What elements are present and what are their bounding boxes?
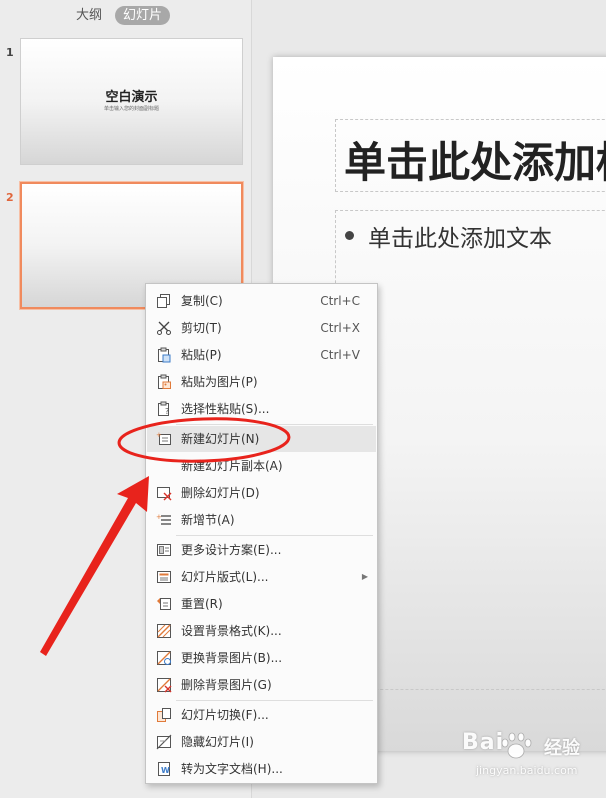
menu-item-label: 更换背景图片(B)...	[181, 651, 283, 665]
layout-icon	[157, 571, 171, 583]
menu-item-label: 隐藏幻灯片(I)	[181, 735, 254, 749]
slide-number-1: 1	[6, 46, 14, 59]
menu-item-transition[interactable]: 幻灯片切换(F)...	[147, 702, 376, 728]
transition-icon	[157, 708, 171, 722]
reset-icon	[157, 598, 171, 610]
menu-item-reset[interactable]: 重置(R)	[147, 591, 376, 617]
menu-item-slide-layout[interactable]: 幻灯片版式(L)... ▶	[147, 564, 376, 590]
svg-text:W: W	[161, 766, 170, 775]
menu-item-shortcut: Ctrl+C	[320, 294, 360, 308]
menu-item-label: 粘贴(P)	[181, 348, 222, 362]
menu-item-label: 选择性粘贴(S)...	[181, 402, 270, 416]
menu-item-background-format[interactable]: 设置背景格式(K)...	[147, 618, 376, 644]
paste-icon	[158, 347, 171, 363]
menu-item-paste[interactable]: 粘贴(P) Ctrl+V	[147, 342, 376, 368]
tab-slides[interactable]: 幻灯片	[115, 6, 171, 25]
menu-item-label: 幻灯片切换(F)...	[181, 708, 269, 722]
thumbnail-title: 空白演示	[105, 90, 158, 105]
menu-item-label: 幻灯片版式(L)...	[181, 570, 269, 584]
menu-item-label: 转为文字文档(H)...	[181, 762, 283, 776]
menu-item-shortcut: Ctrl+X	[320, 321, 360, 335]
title-placeholder[interactable]: 单击此处添加标题	[335, 119, 606, 192]
menu-item-label: 重置(R)	[181, 597, 223, 611]
menu-item-label: 剪切(T)	[181, 321, 222, 335]
menu-item-hide-slide[interactable]: 隐藏幻灯片(I)	[147, 729, 376, 755]
menu-item-shortcut: Ctrl+V	[320, 348, 360, 362]
background-format-icon	[157, 624, 171, 638]
design-icon	[157, 544, 171, 556]
hide-slide-icon	[156, 734, 172, 750]
convert-document-icon: W	[158, 762, 170, 776]
menu-item-delete-background[interactable]: 删除背景图片(G)	[147, 672, 376, 698]
copy-icon	[157, 294, 170, 308]
svg-text:+: +	[156, 431, 162, 439]
menu-item-paste-as-image[interactable]: 粘贴为图片(P)	[147, 369, 376, 395]
paw-logo-icon	[501, 732, 532, 759]
menu-item-label: 删除幻灯片(D)	[181, 486, 260, 500]
svg-text:?: ?	[165, 407, 169, 416]
menu-item-label: 新建幻灯片副本(A)	[181, 459, 283, 473]
menu-item-new-slide[interactable]: + 新建幻灯片(N)	[147, 426, 376, 452]
paste-as-image-icon	[158, 374, 171, 389]
tab-outline[interactable]: 大纲	[76, 6, 102, 25]
menu-item-add-section[interactable]: + 新增节(A)	[147, 507, 376, 533]
submenu-arrow-icon: ▶	[361, 572, 368, 581]
svg-text:+: +	[156, 513, 162, 521]
menu-item-label: 新建幻灯片(N)	[181, 432, 260, 446]
menu-item-change-background[interactable]: 更换背景图片(B)...	[147, 645, 376, 671]
menu-item-label: 更多设计方案(E)...	[181, 543, 282, 557]
menu-separator	[176, 700, 373, 701]
menu-item-more-designs[interactable]: 更多设计方案(E)...	[147, 537, 376, 563]
menu-item-paste-special[interactable]: ? 选择性粘贴(S)...	[147, 396, 376, 422]
body-placeholder-text: 单击此处添加文本	[368, 226, 552, 252]
context-menu: 复制(C) Ctrl+C 剪切(T) Ctrl+X 粘贴(P) Ctrl+V 粘…	[145, 283, 378, 784]
menu-item-convert-to-document[interactable]: W 转为文字文档(H)...	[147, 756, 376, 782]
change-background-icon	[157, 651, 171, 665]
menu-item-label: 粘贴为图片(P)	[181, 375, 258, 389]
slide-number-2: 2	[6, 191, 14, 204]
menu-item-label: 复制(C)	[181, 294, 223, 308]
menu-separator	[176, 535, 373, 536]
baidu-jingyan-watermark: Bai 经验 jingyan.baidu.com	[462, 728, 602, 794]
menu-item-cut[interactable]: 剪切(T) Ctrl+X	[147, 315, 376, 341]
watermark-url: jingyan.baidu.com	[476, 764, 578, 777]
delete-slide-icon	[157, 487, 172, 501]
menu-item-delete-slide[interactable]: 删除幻灯片(D)	[147, 480, 376, 506]
paste-special-icon: ?	[158, 401, 169, 416]
slide-thumbnail-1[interactable]: 空白演示 单击输入您的封面副标题	[20, 38, 243, 165]
duplicate-slide-icon	[156, 458, 172, 474]
menu-item-label: 删除背景图片(G)	[181, 678, 272, 692]
menu-item-label: 新增节(A)	[181, 513, 235, 527]
bullet-point	[345, 231, 354, 240]
scissors-icon	[157, 321, 171, 335]
new-slide-icon: +	[156, 431, 171, 445]
add-section-icon: +	[156, 513, 171, 525]
menu-item-duplicate-slide[interactable]: 新建幻灯片副本(A)	[147, 453, 376, 479]
delete-background-icon	[157, 678, 172, 693]
thumbnail-subtitle: 单击输入您的封面副标题	[103, 106, 159, 112]
menu-item-label: 设置背景格式(K)...	[181, 624, 282, 638]
menu-item-copy[interactable]: 复制(C) Ctrl+C	[147, 288, 376, 314]
title-placeholder-text: 单击此处添加标题	[344, 138, 606, 187]
watermark-brand-cn: 经验	[544, 738, 580, 759]
menu-separator	[176, 424, 373, 425]
panel-tabs: 大纲 幻灯片	[0, 0, 252, 30]
